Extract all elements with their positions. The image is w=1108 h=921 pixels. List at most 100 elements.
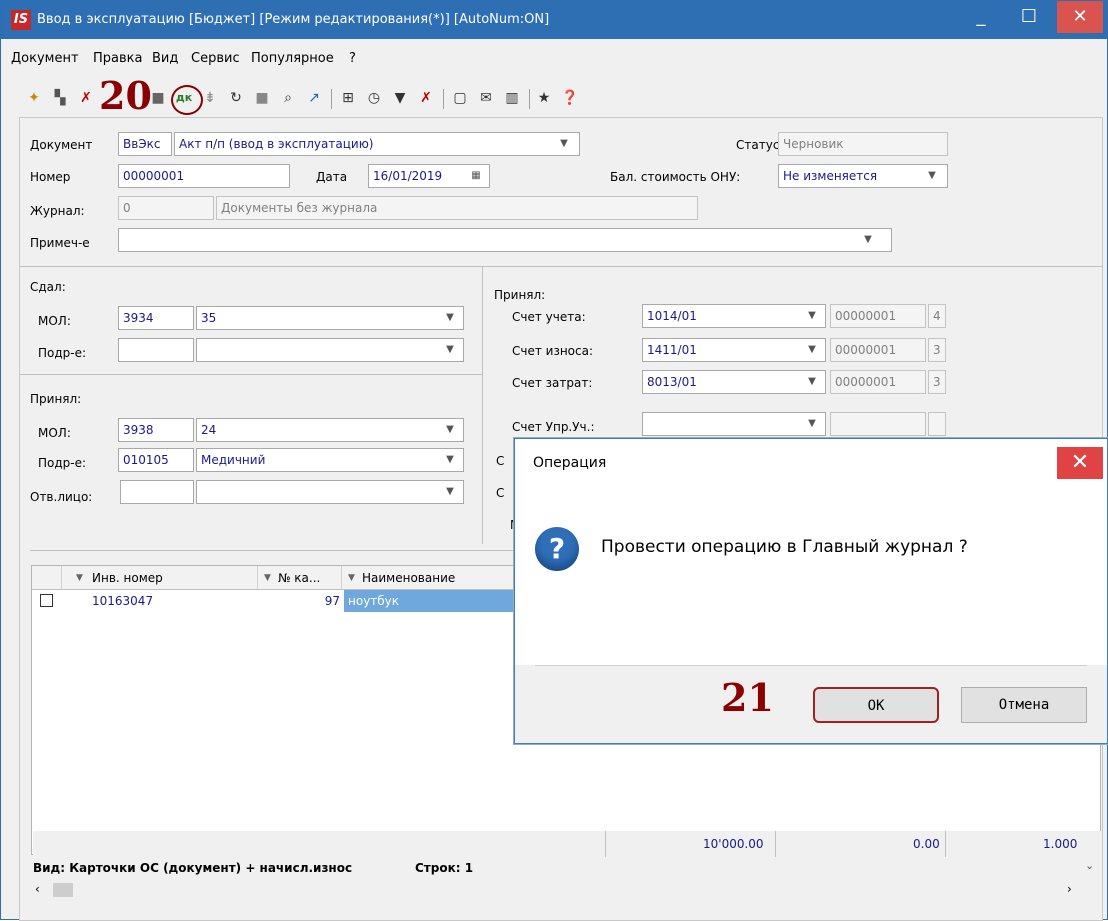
grid-view-label: Вид: Карточки ОС (документ) + начисл.изн… — [33, 861, 353, 875]
gave-mol-code-field[interactable]: 3934 — [118, 306, 194, 330]
chevron-down-icon[interactable]: ▼ — [806, 338, 818, 362]
scroll-right-icon[interactable]: › — [1067, 882, 1072, 896]
cancel-button[interactable]: Отмена — [961, 687, 1087, 723]
dialog-title: Операция — [533, 455, 607, 471]
filter-icon[interactable]: ▼ — [389, 87, 411, 109]
chevron-down-icon[interactable]: ▼ — [558, 132, 570, 156]
onu-cost-select[interactable]: Не изменяется — [778, 164, 948, 188]
chevron-down-icon[interactable]: ▼ — [862, 228, 874, 252]
cost-account-n-field: 3 — [928, 370, 946, 394]
step-annotation-20: 20 — [99, 73, 152, 118]
sort-arrow-icon: ▼ — [76, 573, 83, 583]
chevron-down-icon[interactable]: ▼ — [806, 412, 818, 436]
app-logo-icon: IS — [11, 10, 31, 30]
chevron-down-icon[interactable]: ▼ — [444, 338, 456, 362]
chevron-down-icon[interactable]: ▼ — [806, 304, 818, 328]
number-field[interactable]: 00000001 — [118, 164, 290, 188]
account-label: Счет учета: — [512, 310, 586, 324]
advanced-search-icon[interactable]: ↗ — [303, 87, 325, 109]
menu-view[interactable]: Вид — [152, 51, 178, 66]
table-icon[interactable]: ⊞ — [337, 87, 359, 109]
menu-help[interactable]: ? — [349, 51, 356, 66]
search-icon[interactable]: ⌕ — [277, 87, 299, 109]
column-header-name[interactable]: ▼ Наименование — [342, 566, 532, 590]
stop-icon[interactable]: ■ — [251, 87, 273, 109]
ok-button[interactable]: OK — [813, 687, 939, 723]
column-header-inv-number[interactable]: ▼ Инв. номер — [62, 566, 258, 590]
delete-document-icon[interactable]: ✗ — [75, 87, 97, 109]
journal-label: Журнал: — [30, 204, 85, 218]
divider — [945, 831, 946, 857]
mgmt-account-label: Счет Упр.Уч.: — [512, 420, 595, 434]
copy-document-icon[interactable]: ▚ — [49, 87, 71, 109]
wear-account-select[interactable]: 1411/01 — [642, 338, 826, 362]
column-header-label: Наименование — [362, 571, 456, 585]
mgmt-account-n-field — [928, 412, 946, 436]
gave-dept-label: Подр-е: — [38, 346, 87, 360]
divider — [482, 266, 483, 544]
step-annotation-21: 21 — [721, 675, 774, 720]
account-n-field: 4 — [928, 304, 946, 328]
scrollbar-thumb[interactable] — [53, 883, 73, 897]
gave-mol-select[interactable]: 35 — [196, 306, 464, 330]
chevron-down-icon[interactable]: ▼ — [444, 480, 456, 504]
gave-section-title: Сдал: — [30, 280, 66, 294]
responsible-select[interactable] — [196, 480, 464, 504]
chevron-down-icon[interactable]: ▼ — [444, 448, 456, 472]
chevron-down-icon[interactable]: ▼ — [444, 306, 456, 330]
chevron-down-icon[interactable]: ▼ — [926, 164, 938, 188]
received-dept-select[interactable]: Медичний — [196, 448, 464, 472]
chevron-down-icon[interactable]: ▼ — [806, 370, 818, 394]
sort-arrow-icon: ▼ — [264, 573, 271, 583]
account-select[interactable]: 1014/01 — [642, 304, 826, 328]
horizontal-scrollbar[interactable]: ‹ › — [31, 881, 1101, 899]
document-code-field[interactable]: ВвЭкс — [118, 132, 172, 156]
menu-service[interactable]: Сервис — [191, 51, 240, 66]
responsible-code-field[interactable] — [120, 480, 194, 504]
document-type-select[interactable]: Акт п/п (ввод в эксплуатацию) — [174, 132, 580, 156]
totals-row: 10'000.00 0.00 1.000 — [33, 831, 1101, 857]
note-field[interactable] — [118, 228, 892, 252]
column-header-label: № ка... — [278, 571, 321, 585]
calendar-icon[interactable]: ▦ — [466, 164, 486, 188]
new-document-icon[interactable]: ✦ — [23, 87, 45, 109]
scroll-down-icon[interactable]: ⌄ — [1085, 859, 1094, 872]
dialog-message: Провести операцию в Главный журнал ? — [601, 537, 968, 557]
favorite-star-icon[interactable]: ★ — [533, 87, 555, 109]
close-window-button[interactable]: ✕ — [1057, 1, 1103, 33]
status-field: Черновик — [778, 132, 948, 156]
refresh-icon[interactable]: ↻ — [225, 87, 247, 109]
received-mol-select[interactable]: 24 — [196, 418, 464, 442]
title-bar: IS Ввод в эксплуатацию [Бюджет] [Режим р… — [1, 1, 1107, 39]
total-qty: 1.000 — [1043, 837, 1078, 851]
maximize-button[interactable]: ☐ — [1007, 1, 1051, 33]
dialog-title-bar: Операция ✕ — [515, 439, 1107, 489]
divider — [535, 665, 1087, 666]
gave-dept-code-field[interactable] — [118, 338, 194, 362]
received-dept-code-field[interactable]: 010105 — [118, 448, 194, 472]
minimize-button[interactable]: _ — [959, 1, 1003, 33]
mail-icon[interactable]: ✉ — [475, 87, 497, 109]
help-icon[interactable]: ❓ — [559, 87, 581, 109]
chevron-down-icon[interactable]: ▼ — [444, 418, 456, 442]
mgmt-account-select[interactable] — [642, 412, 826, 436]
gave-dept-select[interactable] — [196, 338, 464, 362]
received-mol-code-field[interactable]: 3938 — [118, 418, 194, 442]
menu-document[interactable]: Документ — [11, 51, 79, 66]
column-header-card-number[interactable]: ▼ № ка... — [258, 566, 342, 590]
scroll-left-icon[interactable]: ‹ — [35, 882, 40, 896]
menu-edit[interactable]: Правка — [93, 51, 142, 66]
dialog-close-button[interactable]: ✕ — [1057, 447, 1103, 479]
history-icon[interactable]: ◷ — [363, 87, 385, 109]
cost-account-select[interactable]: 8013/01 — [642, 370, 826, 394]
window-icon[interactable]: ▢ — [449, 87, 471, 109]
clear-filter-icon[interactable]: ✗ — [415, 87, 437, 109]
row-checkbox[interactable] — [40, 594, 53, 607]
cost-account-label: Счет затрат: — [512, 376, 593, 390]
account-code-field: 00000001 — [830, 304, 926, 328]
barcode-icon[interactable]: ▥ — [501, 87, 523, 109]
question-icon: ? — [535, 527, 579, 571]
highlight-circle — [171, 85, 203, 115]
menu-popular[interactable]: Популярное — [251, 51, 334, 66]
gave-mol-label: МОЛ: — [38, 314, 71, 328]
